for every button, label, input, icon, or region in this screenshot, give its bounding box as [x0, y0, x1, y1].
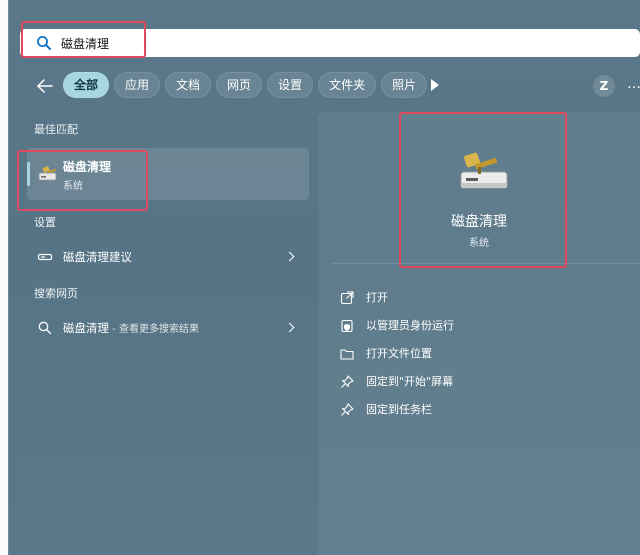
- admin-shield-icon: [340, 318, 354, 333]
- back-arrow-icon[interactable]: [36, 77, 54, 95]
- user-avatar[interactable]: Z: [593, 75, 615, 97]
- highlight-box-search: [21, 21, 146, 58]
- filter-all[interactable]: 全部: [63, 72, 110, 98]
- filter-folders[interactable]: 文件夹: [318, 72, 377, 98]
- open-external-icon: [340, 290, 354, 305]
- action-pin-to-start[interactable]: 固定到"开始"屏幕: [340, 371, 453, 391]
- web-search-query: 磁盘清理: [63, 321, 109, 335]
- web-search-label: 磁盘清理 - 查看更多搜索结果: [63, 320, 199, 336]
- settings-result-item[interactable]: 磁盘清理建议: [27, 242, 309, 272]
- pin-icon: [340, 402, 354, 416]
- more-options-icon[interactable]: …: [627, 77, 640, 91]
- best-match-heading: 最佳匹配: [34, 123, 78, 136]
- search-web-icon: [37, 320, 53, 336]
- web-search-suffix: - 查看更多搜索结果: [109, 324, 199, 335]
- action-open[interactable]: 打开: [340, 287, 388, 307]
- filter-chips: 全部 应用 文档 网页 设置 文件夹 照片: [63, 72, 428, 98]
- filter-apps[interactable]: 应用: [114, 72, 161, 98]
- highlight-box-best-match: [17, 150, 148, 211]
- web-search-heading: 搜索网页: [34, 287, 78, 300]
- filter-documents[interactable]: 文档: [165, 72, 212, 98]
- settings-result-label: 磁盘清理建议: [63, 250, 132, 264]
- folder-icon: [340, 346, 354, 360]
- action-open-file-location-label: 打开文件位置: [366, 347, 432, 360]
- action-run-as-admin[interactable]: 以管理员身份运行: [340, 315, 454, 335]
- action-run-as-admin-label: 以管理员身份运行: [366, 319, 454, 332]
- action-open-file-location[interactable]: 打开文件位置: [340, 343, 432, 363]
- chevron-right-icon: [284, 322, 295, 333]
- action-open-label: 打开: [366, 291, 388, 304]
- highlight-box-detail: [399, 112, 567, 268]
- action-pin-to-taskbar[interactable]: 固定到任务栏: [340, 399, 432, 419]
- filter-settings[interactable]: 设置: [267, 72, 314, 98]
- filter-web[interactable]: 网页: [216, 72, 263, 98]
- action-pin-to-start-label: 固定到"开始"屏幕: [366, 375, 454, 388]
- settings-heading: 设置: [34, 216, 56, 229]
- chevron-right-icon: [284, 251, 295, 262]
- pin-icon: [340, 374, 354, 388]
- filter-photos[interactable]: 照片: [381, 72, 428, 98]
- drive-icon: [37, 249, 53, 265]
- action-pin-to-taskbar-label: 固定到任务栏: [366, 403, 432, 416]
- web-search-item[interactable]: 磁盘清理 - 查看更多搜索结果: [27, 313, 309, 343]
- play-more-filters-icon[interactable]: [431, 79, 439, 91]
